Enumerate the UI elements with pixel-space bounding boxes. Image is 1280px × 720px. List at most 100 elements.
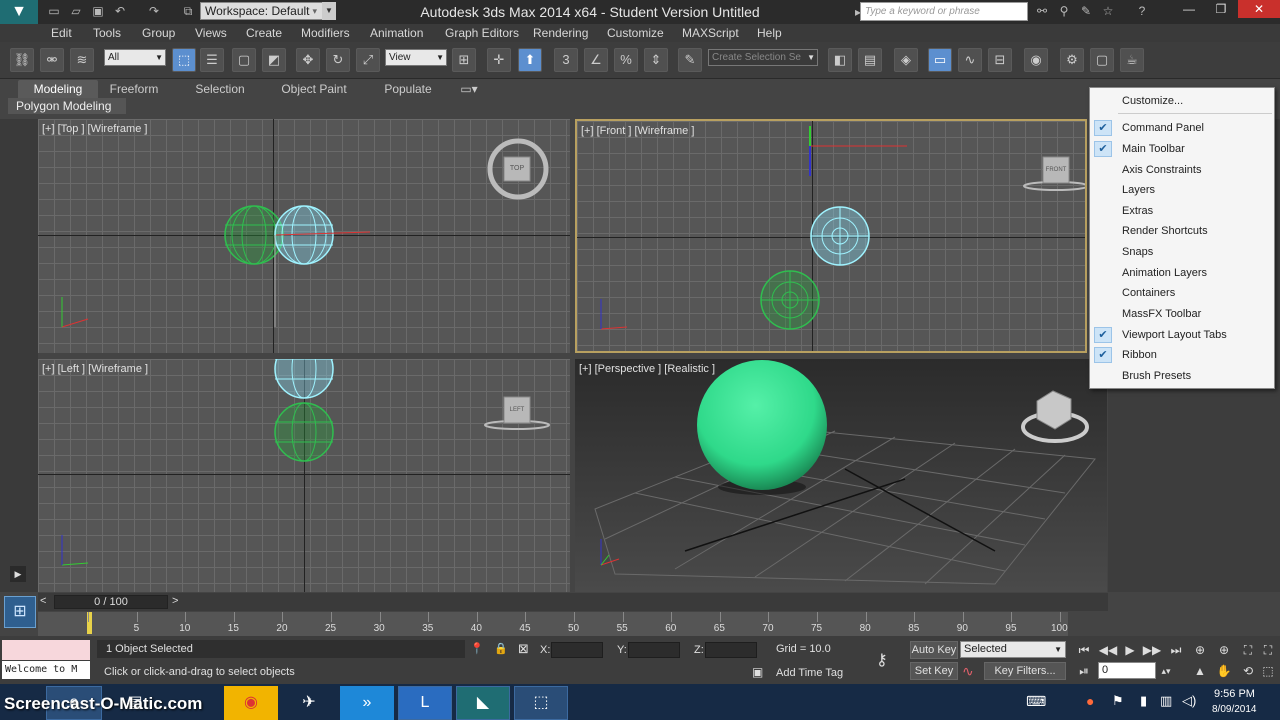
link-icon[interactable]: ⛓ (10, 48, 34, 72)
clock-time[interactable]: 9:56 PM (1214, 688, 1255, 700)
time-next-icon[interactable]: > (172, 595, 178, 607)
key-set-dropdown[interactable]: Selected ▼ (960, 641, 1066, 658)
menu-animation[interactable]: Animation (370, 24, 423, 42)
network-icon[interactable]: ▥ (1160, 693, 1172, 709)
select-manipulate-icon[interactable]: ✛ (487, 48, 511, 72)
tab-freeform[interactable]: Freeform (106, 80, 162, 98)
viewcube-3d[interactable] (1036, 390, 1072, 430)
menu-rendering[interactable]: Rendering (533, 24, 588, 42)
menu-customize[interactable]: Customize (607, 24, 664, 42)
maximize-viewport-icon[interactable]: ⬚ (1258, 662, 1278, 680)
time-tag-icon[interactable]: ▣ (752, 665, 763, 679)
redo-icon[interactable]: ↷ (146, 3, 162, 19)
ribbon-minimize-icon[interactable]: ▭▾ (456, 80, 482, 98)
menu-edit[interactable]: Edit (51, 24, 72, 42)
key-mode-icon[interactable]: ∿ (962, 663, 974, 680)
isolate-selection-icon[interactable]: 📍 (470, 642, 484, 655)
clock-date[interactable]: 8/09/2014 (1212, 704, 1257, 715)
align-icon[interactable]: ▤ (858, 48, 882, 72)
subscription-icon[interactable]: ⚲ (1056, 3, 1072, 19)
render-setup-icon[interactable]: ⚙ (1060, 48, 1084, 72)
taskbar-remote-icon[interactable]: » (340, 686, 394, 720)
green-sphere[interactable] (697, 360, 827, 490)
zoom-extents-all-icon[interactable]: ⛶ (1258, 641, 1278, 659)
menu-item-render-shortcuts[interactable]: Render Shortcuts (1090, 221, 1274, 241)
menu-help[interactable]: Help (757, 24, 782, 42)
spinner-snap-icon[interactable]: ⇕ (644, 48, 668, 72)
menu-item-containers[interactable]: Containers (1090, 283, 1274, 303)
project-folder-icon[interactable]: ⧉ (180, 3, 196, 19)
selection-filter-dropdown[interactable]: All ▼ (104, 49, 166, 66)
viewport-top[interactable]: [+] [Top ] [Wireframe ] TOP (38, 119, 570, 353)
taskbar-chrome-icon[interactable]: ◉ (224, 686, 278, 720)
curve-editor-icon[interactable]: ∿ (958, 48, 982, 72)
menu-item-command-panel[interactable]: ✔ Command Panel (1090, 118, 1274, 138)
absolute-mode-icon[interactable]: ⊠ (518, 641, 529, 657)
move-icon[interactable]: ✥ (296, 48, 320, 72)
taskbar-app-icon[interactable]: ✈ (282, 686, 336, 720)
menu-tools[interactable]: Tools (93, 24, 121, 42)
menu-item-animation-layers[interactable]: Animation Layers (1090, 263, 1274, 283)
rectangle-selection-icon[interactable]: ▢ (232, 48, 256, 72)
bind-space-warp-icon[interactable]: ≋ (70, 48, 94, 72)
mirror-icon[interactable]: ◧ (828, 48, 852, 72)
menu-item-customize[interactable]: Customize... (1090, 91, 1274, 111)
pivot-center-icon[interactable]: ⊞ (452, 48, 476, 72)
taskbar-3dsmax-icon[interactable]: ◣ (456, 686, 510, 720)
polygon-modeling-panel[interactable]: Polygon Modeling (8, 98, 126, 114)
volume-icon[interactable]: ◁) (1182, 693, 1196, 709)
key-icon[interactable]: ⚷ (876, 650, 888, 670)
material-editor-icon[interactable]: ◉ (1024, 48, 1048, 72)
menu-item-layers[interactable]: Layers (1090, 180, 1274, 200)
viewport-layout-icon[interactable]: ⊞ (4, 596, 36, 628)
menu-graph-editors[interactable]: Graph Editors (445, 24, 519, 42)
tab-object-paint[interactable]: Object Paint (278, 80, 350, 98)
menu-item-ribbon[interactable]: ✔ Ribbon (1090, 345, 1274, 365)
angle-snap-icon[interactable]: ∠ (584, 48, 608, 72)
key-filters-button[interactable]: Key Filters... (984, 662, 1066, 680)
help-icon[interactable]: ? (1134, 3, 1150, 19)
battery-icon[interactable]: ▮ (1140, 693, 1147, 709)
tab-populate[interactable]: Populate (380, 80, 436, 98)
next-frame-icon[interactable]: ▶▶ (1142, 641, 1162, 659)
previous-frame-icon[interactable]: ◀◀ (1098, 641, 1118, 659)
tab-modeling[interactable]: Modeling (18, 80, 98, 98)
taskbar-screencast-icon[interactable]: ⬚ (514, 686, 568, 720)
close-button[interactable]: ✕ (1238, 0, 1280, 18)
orbit-icon[interactable]: ⟲ (1238, 662, 1258, 680)
frame-spinner-icon[interactable]: ▴▾ (1156, 662, 1176, 680)
open-file-icon[interactable]: ▱ (68, 3, 84, 19)
undo-icon[interactable]: ↶ (112, 3, 128, 19)
render-production-icon[interactable]: ☕ (1120, 48, 1144, 72)
menu-create[interactable]: Create (246, 24, 282, 42)
menu-item-massfx-toolbar[interactable]: MassFX Toolbar (1090, 304, 1274, 324)
y-coordinate-field[interactable] (628, 642, 680, 658)
menu-item-extras[interactable]: Extras (1090, 201, 1274, 221)
graphite-toolbar-icon[interactable]: ▭ (928, 48, 952, 72)
keyboard-shortcut-override-icon[interactable]: ⬆ (518, 48, 542, 72)
pan-view-icon[interactable]: ✋ (1214, 662, 1234, 680)
maxscript-listener-input[interactable]: Welcome to M (2, 661, 90, 679)
maxscript-listener-output[interactable] (2, 640, 90, 660)
auto-key-button[interactable]: Auto Key (910, 641, 958, 659)
workspace-menu-button[interactable]: ▼ (322, 2, 336, 20)
new-file-icon[interactable]: ▭ (46, 3, 62, 19)
window-crossing-icon[interactable]: ◩ (262, 48, 286, 72)
tray-alert-icon[interactable]: ● (1086, 693, 1094, 709)
menu-group[interactable]: Group (142, 24, 175, 42)
minimize-button[interactable]: — (1174, 0, 1204, 18)
save-file-icon[interactable]: ▣ (90, 3, 106, 19)
snaps-toggle-icon[interactable]: 3 (554, 48, 578, 72)
reference-coordinate-dropdown[interactable]: View ▼ (385, 49, 447, 66)
menu-views[interactable]: Views (195, 24, 227, 42)
viewport-perspective[interactable]: [+] [Perspective ] [Realistic ] (575, 359, 1107, 592)
rotate-icon[interactable]: ↻ (326, 48, 350, 72)
communication-icon[interactable]: ✎ (1078, 3, 1094, 19)
menu-maxscript[interactable]: MAXScript (682, 24, 739, 42)
menu-item-axis-constraints[interactable]: Axis Constraints (1090, 160, 1274, 180)
zoom-icon[interactable]: ⊕ (1190, 641, 1210, 659)
key-mode-toggle-icon[interactable]: ⏯ (1074, 662, 1094, 680)
viewport-front[interactable]: [+] [Front ] [Wireframe ] FRONT (575, 119, 1087, 353)
menu-modifiers[interactable]: Modifiers (301, 24, 350, 42)
viewport-left[interactable]: [+] [Left ] [Wireframe ] LEFT (38, 359, 570, 592)
